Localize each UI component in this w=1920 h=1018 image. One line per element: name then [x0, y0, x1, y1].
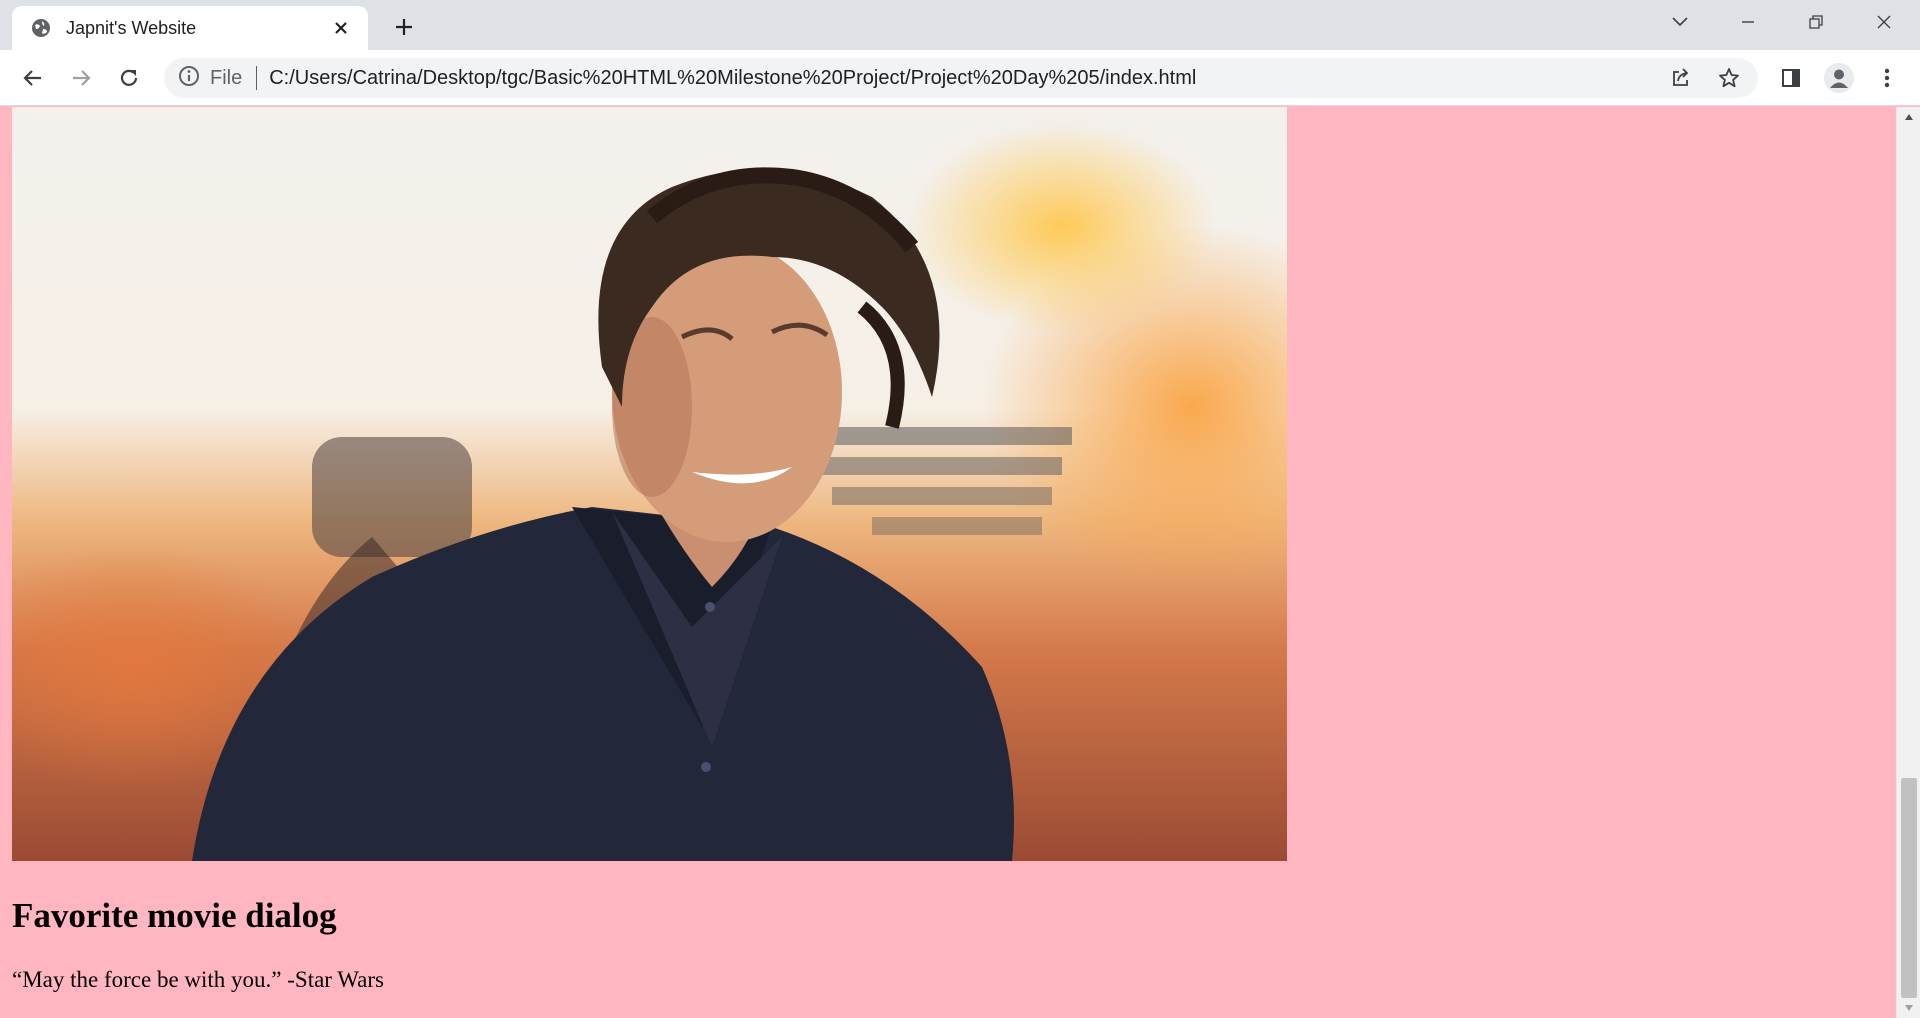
close-tab-icon[interactable]	[328, 15, 354, 41]
arrow-right-icon[interactable]	[64, 61, 98, 95]
share-icon[interactable]	[1664, 61, 1698, 95]
star-icon[interactable]	[1712, 61, 1746, 95]
url-text[interactable]: C:/Users/Catrina/Desktop/tgc/Basic%20HTM…	[269, 67, 1196, 90]
section-heading: Favorite movie dialog	[12, 896, 337, 935]
vertical-scrollbar[interactable]	[1896, 107, 1920, 1018]
restore-icon[interactable]	[1796, 8, 1836, 36]
browser-tab[interactable]: Japnit's Website	[12, 6, 368, 50]
tab-title: Japnit's Website	[66, 17, 197, 38]
portrait-photo	[12, 107, 1287, 861]
reload-icon[interactable]	[112, 61, 146, 95]
new-tab-icon[interactable]	[388, 11, 420, 43]
tab-strip: Japnit's Website	[0, 0, 1920, 50]
browser-toolbar: File C:/Users/Catrina/Desktop/tgc/Basic%…	[0, 50, 1920, 106]
minimize-icon[interactable]	[1728, 8, 1768, 36]
side-panel-icon[interactable]	[1774, 61, 1808, 95]
scrollbar-thumb[interactable]	[1901, 778, 1917, 998]
arrow-left-icon[interactable]	[16, 61, 50, 95]
scroll-down-arrow-icon[interactable]	[1897, 998, 1920, 1018]
scroll-up-arrow-icon[interactable]	[1897, 107, 1920, 127]
movie-quote: “May the force be with you.” -Star Wars	[12, 967, 384, 992]
close-window-icon[interactable]	[1864, 8, 1904, 36]
site-info-label: File	[210, 66, 243, 89]
page-viewport: Favorite movie dialog “May the force be …	[0, 107, 1896, 1018]
address-bar[interactable]: File C:/Users/Catrina/Desktop/tgc/Basic%…	[164, 58, 1758, 98]
tab-search-chevron-down-icon[interactable]	[1660, 8, 1700, 36]
profile-icon[interactable]	[1822, 61, 1856, 95]
omnibox-divider	[256, 66, 258, 90]
globe-icon	[30, 17, 52, 39]
avatar	[1824, 63, 1854, 93]
info-icon	[178, 65, 200, 92]
more-vertical-icon[interactable]	[1870, 61, 1904, 95]
site-info-button[interactable]: File	[178, 65, 242, 92]
